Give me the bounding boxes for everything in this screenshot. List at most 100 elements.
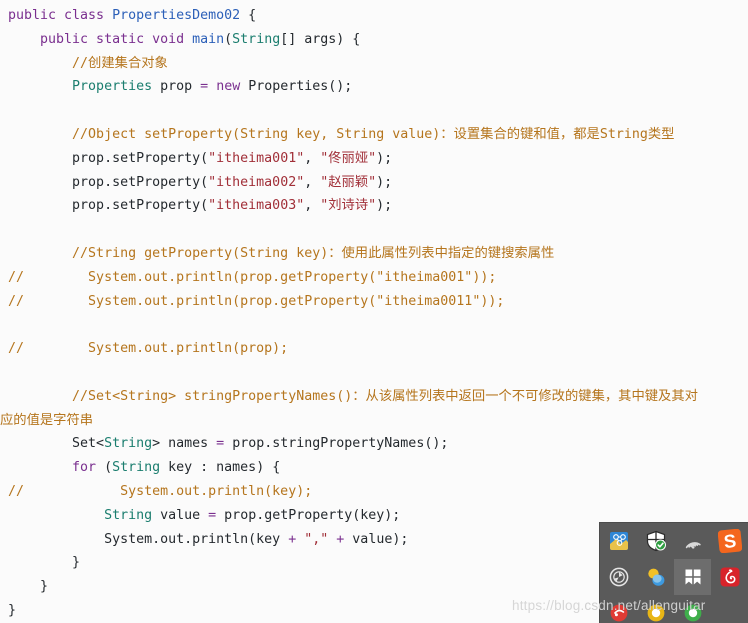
code-token: prop.setProperty( [8, 150, 209, 166]
code-token: PropertiesDemo02 [112, 8, 241, 23]
code-token: ( [96, 460, 113, 476]
tray-icon-sogou-input[interactable]: S [711, 523, 748, 559]
tray-icon-wifi[interactable] [674, 523, 711, 559]
code-token: 应的值是字符串 [0, 412, 94, 428]
code-token: new [216, 79, 241, 95]
code-token: // System.out.println(prop.getProperty("… [8, 269, 497, 285]
code-token: prop.setProperty( [8, 198, 209, 214]
code-token: "佟丽娅" [320, 150, 377, 166]
code-token: "itheima002" [208, 174, 305, 190]
code-token: String [104, 436, 153, 452]
code-token: ); [376, 150, 393, 166]
code-line: //创建集合对象 [0, 52, 748, 76]
code-token: //Object setProperty(String key, String … [8, 126, 675, 142]
code-token: // System.out.println(prop); [8, 341, 289, 357]
code-token: = [208, 507, 217, 523]
code-line: // System.out.println(prop.getProperty("… [0, 290, 748, 314]
code-token: "," [304, 531, 329, 547]
code-line: // System.out.println(key); [0, 480, 748, 504]
code-token: prop.getProperty(key); [216, 507, 401, 523]
code-token: "itheima003" [208, 198, 305, 214]
code-token: //创建集合对象 [8, 55, 168, 71]
code-token: "赵丽颖" [320, 174, 377, 190]
code-line: prop.setProperty("itheima003", "刘诗诗"); [0, 194, 748, 218]
tray-row: S [600, 523, 748, 559]
tray-icon-windows-store[interactable] [674, 559, 711, 595]
code-line: //String getProperty(String key)：使用此属性列表… [0, 242, 748, 266]
code-token: Properties [8, 79, 153, 95]
netease-music-icon [720, 567, 739, 587]
tray-icon-netease-music[interactable] [711, 559, 748, 595]
code-line: //Set<String> stringPropertyNames()：从该属性… [0, 385, 748, 409]
code-token: prop.setProperty( [8, 174, 209, 190]
code-line: Set<String> names = prop.stringPropertyN… [0, 432, 748, 456]
code-line: // System.out.println(prop); [0, 337, 748, 361]
code-token: String [112, 460, 161, 476]
code-token: public static void [8, 31, 193, 47]
tray-icon-security-shield[interactable] [637, 523, 674, 559]
code-token: Properties(); [240, 79, 353, 95]
code-line: //Object setProperty(String key, String … [0, 123, 748, 147]
tray-icon-blank [711, 595, 748, 623]
watermark-suffix: csdn.net/allenguitar [584, 598, 706, 613]
watermark: https://blog.csdn.net/allenguitar [512, 598, 705, 613]
code-line: public static void main(String[] args) { [0, 28, 748, 52]
code-token: ); [376, 198, 393, 214]
camera-shutter-icon [609, 567, 628, 587]
code-line: 应的值是字符串 [0, 409, 748, 433]
code-token: key : names) { [160, 460, 281, 476]
code-token: = [200, 79, 209, 95]
code-token: } [8, 555, 81, 571]
code-token: //Set<String> stringPropertyNames()：从该属性… [8, 388, 698, 404]
code-token: value [152, 507, 209, 523]
code-line: Properties prop = new Properties(); [0, 75, 748, 99]
code-token: { [240, 8, 257, 23]
code-line: public class PropertiesDemo02 { [0, 4, 748, 28]
code-token: //String getProperty(String key)：使用此属性列表… [8, 245, 555, 261]
code-token: > names [152, 436, 217, 452]
code-token: // System.out.println(key); [8, 483, 313, 499]
code-token: [] args) { [280, 31, 361, 47]
code-token: "itheima001" [208, 150, 305, 166]
code-line: prop.setProperty("itheima001", "佟丽娅"); [0, 147, 748, 171]
code-token: } [8, 602, 17, 618]
code-line: // System.out.println(prop.getProperty("… [0, 266, 748, 290]
qq-icon [647, 568, 664, 586]
code-token: ); [376, 174, 393, 190]
screen-canvas: public class PropertiesDemo02 { public s… [0, 0, 748, 623]
code-token: for [8, 460, 97, 476]
code-token: main [192, 31, 225, 47]
code-token: , [304, 198, 321, 214]
windows-store-icon [685, 569, 700, 585]
tray-row [600, 559, 748, 595]
code-token: , [304, 150, 321, 166]
code-token: , [304, 174, 321, 190]
code-line: for (String key : names) { [0, 456, 748, 480]
code-token: System.out.println(key [8, 531, 289, 547]
tray-icon-camera-shutter[interactable] [600, 559, 637, 595]
tray-icon-network-connections[interactable] [600, 523, 637, 559]
tray-icon-qq[interactable] [637, 559, 674, 595]
network-connections-icon [609, 532, 628, 550]
code-token: } [8, 579, 49, 595]
code-token: "刘诗诗" [320, 198, 377, 214]
sogou-input-icon: S [717, 529, 742, 553]
code-line: prop.setProperty("itheima002", "赵丽颖"); [0, 171, 748, 195]
code-token: prop.stringPropertyNames(); [224, 436, 449, 452]
code-token: String [8, 507, 153, 523]
code-token: = [216, 436, 225, 452]
svg-text:S: S [722, 530, 737, 552]
code-token: public class [8, 8, 113, 23]
code-token: // System.out.println(prop.getProperty("… [8, 293, 505, 309]
watermark-prefix: https://blog. [512, 598, 585, 613]
code-token: String [232, 31, 281, 47]
wifi-icon [685, 542, 701, 549]
code-token: prop [152, 79, 201, 95]
security-shield-icon [646, 530, 666, 552]
code-token: value); [344, 531, 409, 547]
